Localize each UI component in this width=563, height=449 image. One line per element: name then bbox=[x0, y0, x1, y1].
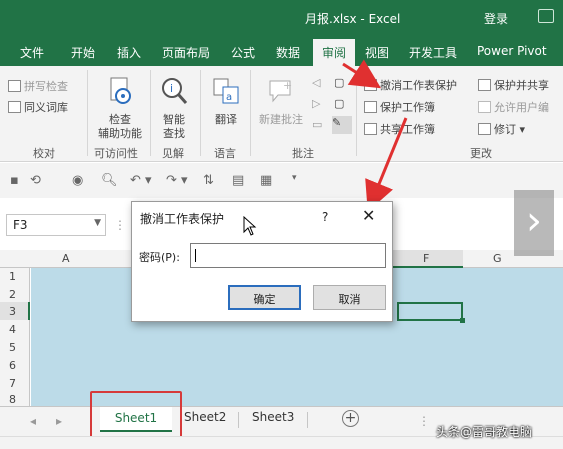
password-input[interactable] bbox=[190, 243, 386, 268]
close-icon[interactable]: ✕ bbox=[362, 206, 375, 225]
arrow-to-dialog bbox=[365, 117, 408, 212]
unprotect-sheet-dialog: 撤消工作表保护 ? ✕ 密码(P): 确定 取消 bbox=[131, 201, 393, 322]
ok-button[interactable]: 确定 bbox=[228, 285, 301, 310]
dialog-title: 撤消工作表保护 bbox=[140, 212, 225, 226]
password-label: 密码(P): bbox=[139, 251, 180, 264]
cancel-button[interactable]: 取消 bbox=[313, 285, 386, 310]
help-icon[interactable]: ? bbox=[322, 210, 328, 224]
watermark: 头条@雷哥教电脑 bbox=[436, 425, 533, 439]
mouse-cursor-icon bbox=[243, 216, 257, 236]
text-caret bbox=[195, 249, 196, 262]
arrow-to-unprotect bbox=[342, 59, 382, 89]
